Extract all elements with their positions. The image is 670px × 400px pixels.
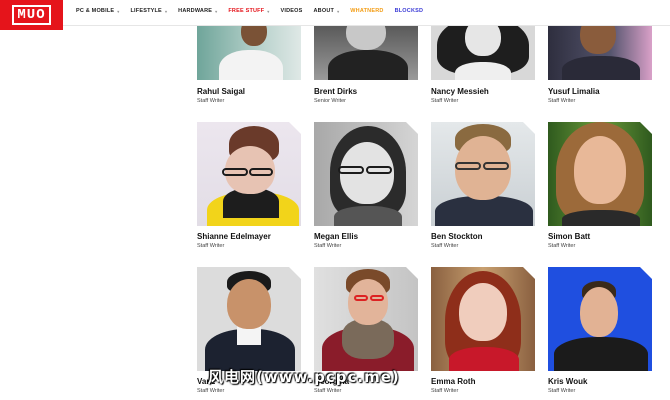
nav-item-pc-mobile[interactable]: PC & Mobile ▾ (76, 8, 119, 14)
nav-item-free-stuff[interactable]: Free Stuff ▾ (228, 8, 269, 14)
writer-name[interactable]: Emma Roth (431, 377, 475, 386)
writer-name[interactable]: Megan Ellis (314, 232, 358, 241)
writer-name[interactable]: Yusuf Limalia (548, 87, 600, 96)
writer-role: Staff Writer (431, 388, 459, 394)
writer-role: Staff Writer (314, 243, 342, 249)
top-navigation-bar: MUO PC & Mobile ▾ Lifestyle ▾ Hardware ▾ Fr… (0, 0, 670, 30)
writer-photo[interactable] (314, 122, 418, 226)
writer-photo[interactable] (314, 26, 418, 80)
writer-name[interactable]: Nancy Messieh (431, 87, 489, 96)
writer-role: Staff Writer (431, 98, 459, 104)
writer-name[interactable]: Shianne Edelmayer (197, 232, 271, 241)
nav-label: Hardware (178, 8, 213, 14)
writer-role: Staff Writer (548, 388, 576, 394)
writer-photo[interactable] (548, 267, 652, 371)
nav-label: Free Stuff (228, 8, 265, 14)
writer-photo[interactable] (197, 267, 301, 371)
writer-card[interactable]: Rahul Saigal Staff Writer (197, 26, 301, 104)
nav-label: Videos (280, 8, 303, 14)
writer-name[interactable]: Kris Wouk (548, 377, 587, 386)
nav-item-hardware[interactable]: Hardware ▾ (178, 8, 217, 14)
writer-card[interactable]: Georgina Staff Writer (314, 267, 418, 394)
chevron-down-icon: ▾ (215, 8, 218, 14)
nav-item-whatnerd[interactable]: Whatnerd (350, 8, 383, 14)
writer-role: Staff Writer (314, 388, 342, 394)
writer-photo[interactable] (431, 122, 535, 226)
chevron-down-icon: ▾ (117, 8, 120, 14)
chevron-down-icon: ▾ (164, 8, 168, 14)
main-nav: PC & Mobile ▾ Lifestyle ▾ Hardware ▾ Free S… (76, 8, 434, 14)
writer-name[interactable]: Brent Dirks (314, 87, 357, 96)
writer-card[interactable]: Shianne Edelmayer Staff Writer (197, 122, 301, 249)
chevron-down-icon: ▾ (337, 8, 340, 14)
nav-item-blocksd[interactable]: Blocksd (395, 8, 424, 14)
writer-card[interactable]: Simon Batt Staff Writer (548, 122, 652, 249)
nav-item-about[interactable]: About ▾ (314, 8, 340, 14)
writer-card[interactable]: Emma Roth Staff Writer (431, 267, 535, 394)
chevron-down-icon: ▾ (267, 8, 270, 14)
nav-label: Blocksd (394, 8, 424, 14)
writer-photo[interactable] (548, 26, 652, 80)
logo-text: MUO (12, 5, 51, 25)
writer-card[interactable]: Brent Dirks Senior Writer (314, 26, 418, 104)
writer-name[interactable]: Simon Batt (548, 232, 590, 241)
site-logo[interactable]: MUO (0, 0, 63, 30)
writer-photo[interactable] (431, 267, 535, 371)
writer-name[interactable]: Rahul Saigal (197, 87, 245, 96)
watermark-text: 风电网(www.pcpc.me) (208, 368, 400, 386)
nav-item-videos[interactable]: Videos (281, 8, 303, 14)
nav-label: PC & Mobile (76, 8, 115, 14)
nav-label: About (313, 8, 335, 14)
writer-role: Senior Writer (314, 98, 346, 104)
writer-card[interactable]: Yusuf Limalia Staff Writer (548, 26, 652, 104)
writer-card[interactable]: Vanz Staff Writer (197, 267, 301, 394)
writer-photo[interactable] (431, 26, 535, 80)
writer-role: Staff Writer (197, 388, 225, 394)
writer-role: Staff Writer (548, 243, 576, 249)
writer-photo[interactable] (197, 26, 301, 80)
nav-item-lifestyle[interactable]: Lifestyle ▾ (130, 8, 167, 14)
nav-label: Lifestyle (130, 8, 162, 14)
writer-name[interactable]: Ben Stockton (431, 232, 483, 241)
writer-photo[interactable] (548, 122, 652, 226)
writer-role: Staff Writer (548, 98, 576, 104)
writer-card[interactable]: Ben Stockton Staff Writer (431, 122, 535, 249)
writer-photo[interactable] (314, 267, 418, 371)
writer-card[interactable]: Megan Ellis Staff Writer (314, 122, 418, 249)
writer-photo[interactable] (197, 122, 301, 226)
writer-card[interactable]: Nancy Messieh Staff Writer (431, 26, 535, 104)
writer-role: Staff Writer (197, 98, 225, 104)
writer-card[interactable]: Kris Wouk Staff Writer (548, 267, 652, 394)
writer-role: Staff Writer (197, 243, 225, 249)
writer-role: Staff Writer (431, 243, 459, 249)
nav-label: Whatnerd (350, 8, 384, 14)
